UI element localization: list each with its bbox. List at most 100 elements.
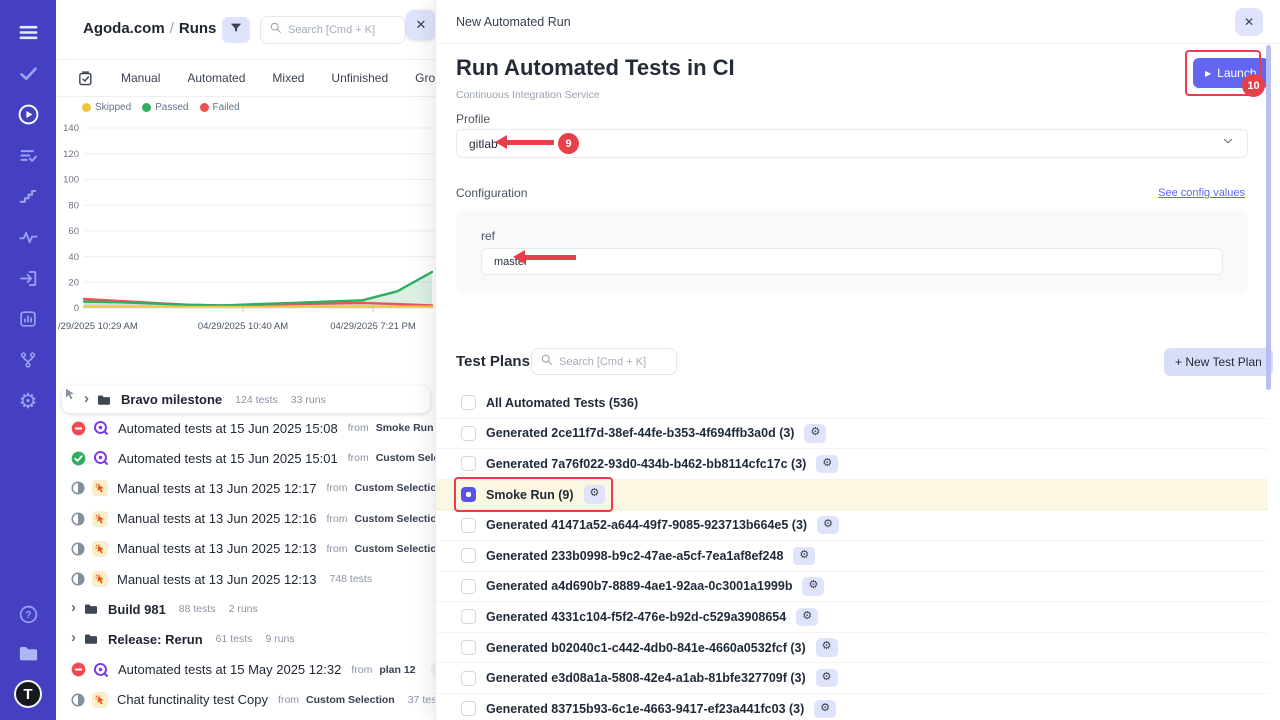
test-plan-row[interactable]: Generated 7a76f022-93d0-434b-b462-bb8114…	[436, 449, 1268, 480]
scrollbar-thumb[interactable]	[1266, 45, 1271, 390]
test-plan-checkbox[interactable]	[461, 426, 476, 441]
test-plans-search-input[interactable]	[559, 356, 668, 368]
test-plan-checkbox[interactable]	[461, 548, 476, 563]
test-plan-checkbox[interactable]	[461, 487, 476, 502]
test-plan-label[interactable]: Smoke Run (9)	[486, 488, 574, 502]
run-title[interactable]: Automated tests at 15 Jun 2025 15:08	[118, 421, 338, 436]
test-plan-row[interactable]: Generated e3d08a1a-5808-42e4-a1ab-81bfe3…	[436, 663, 1268, 694]
run-title[interactable]: Automated tests at 15 May 2025 12:32	[118, 662, 341, 677]
see-config-values-link[interactable]: See config values	[1158, 187, 1245, 199]
test-plan-gear-icon[interactable]: ⚙	[816, 638, 838, 656]
test-plan-gear-icon[interactable]: ⚙	[802, 577, 824, 595]
help-icon[interactable]: ?	[16, 602, 40, 626]
runs-search[interactable]	[260, 16, 406, 44]
run-row[interactable]: Manual tests at 13 Jun 2025 12:16fromCus…	[56, 504, 435, 534]
group-name[interactable]: Release: Rerun	[108, 632, 203, 647]
test-plan-label[interactable]: Generated e3d08a1a-5808-42e4-a1ab-81bfe3…	[486, 671, 806, 685]
test-plans-search[interactable]	[531, 348, 677, 375]
filter-button[interactable]	[222, 17, 250, 43]
test-plan-row[interactable]: Generated a4d690b7-8889-4ae1-92aa-0c3001…	[436, 572, 1268, 603]
test-plan-gear-icon[interactable]: ⚙	[584, 485, 606, 503]
list-check-icon[interactable]	[16, 143, 40, 167]
test-plan-label[interactable]: Generated a4d690b7-8889-4ae1-92aa-0c3001…	[486, 579, 792, 593]
test-plan-row[interactable]: Generated 233b0998-b9c2-47ae-a5cf-7ea1af…	[436, 541, 1268, 572]
test-plan-label[interactable]: Generated 4331c104-f5f2-476e-b92d-c529a3…	[486, 610, 786, 624]
play-circle-icon[interactable]	[16, 102, 40, 126]
menu-icon[interactable]	[16, 20, 40, 44]
run-title[interactable]: Manual tests at 13 Jun 2025 12:13	[117, 572, 316, 587]
ref-input[interactable]	[481, 248, 1223, 275]
test-plan-gear-icon[interactable]: ⚙	[796, 608, 818, 626]
import-icon[interactable]	[16, 266, 40, 290]
test-plan-row[interactable]: Generated 41471a52-a644-49f7-9085-923713…	[436, 510, 1268, 541]
runs-search-input[interactable]	[288, 24, 397, 36]
chevron-right-icon[interactable]: ›	[71, 630, 76, 645]
run-row[interactable]: Manual tests at 13 Jun 2025 12:17fromCus…	[56, 473, 435, 503]
select-runs-icon[interactable]	[77, 70, 94, 87]
test-plan-checkbox[interactable]	[461, 518, 476, 533]
run-title[interactable]: Manual tests at 13 Jun 2025 12:13	[117, 541, 316, 556]
test-plan-row[interactable]: Smoke Run (9) ⚙	[436, 480, 1268, 511]
test-plan-label[interactable]: Generated b02040c1-c442-4db0-841e-4660a0…	[486, 641, 806, 655]
run-title[interactable]: Manual tests at 13 Jun 2025 12:17	[117, 481, 316, 496]
gear-icon[interactable]: ⚙	[16, 389, 40, 413]
test-plan-gear-icon[interactable]: ⚙	[816, 455, 838, 473]
test-plan-checkbox[interactable]	[461, 579, 476, 594]
chevron-right-icon[interactable]: ›	[84, 391, 89, 406]
steps-icon[interactable]	[16, 184, 40, 208]
test-plan-row[interactable]: Generated b02040c1-c442-4db0-841e-4660a0…	[436, 633, 1268, 664]
test-plan-checkbox[interactable]	[461, 456, 476, 471]
tab-manual[interactable]: Manual	[121, 71, 160, 85]
test-plan-gear-icon[interactable]: ⚙	[816, 669, 838, 687]
run-row[interactable]: Automated tests at 15 Jun 2025 15:01from…	[56, 443, 435, 473]
run-row[interactable]: Automated tests at 15 May 2025 12:32from…	[56, 655, 435, 685]
breadcrumb-project[interactable]: Agoda.com	[83, 20, 165, 37]
test-plan-row[interactable]: Generated 83715b93-6c1e-4663-9417-ef23a4…	[436, 694, 1268, 720]
drawer-close-button[interactable]: ✕	[1235, 8, 1263, 36]
test-plan-label[interactable]: Generated 83715b93-6c1e-4663-9417-ef23a4…	[486, 702, 804, 716]
folder-icon[interactable]	[16, 641, 40, 665]
tab-unfinished[interactable]: Unfinished	[331, 71, 388, 85]
test-plan-label[interactable]: Generated 2ce11f7d-38ef-44fe-b353-4f694f…	[486, 426, 794, 440]
group-name[interactable]: Build 981	[108, 602, 166, 617]
test-plan-checkbox[interactable]	[461, 640, 476, 655]
group-name[interactable]: Bravo milestone	[121, 392, 222, 407]
test-plan-label[interactable]: Generated 41471a52-a644-49f7-9085-923713…	[486, 518, 807, 532]
run-row[interactable]: Automated tests at 15 Jun 2025 15:08from…	[56, 413, 435, 443]
test-plan-row[interactable]: All Automated Tests (536)	[436, 388, 1268, 419]
check-icon[interactable]	[16, 61, 40, 85]
tab-mixed[interactable]: Mixed	[272, 71, 304, 85]
git-branch-icon[interactable]	[16, 348, 40, 372]
new-test-plan-button[interactable]: + New Test Plan	[1164, 348, 1273, 376]
run-group-row[interactable]: ›Build 98188 tests2 runs	[56, 594, 435, 624]
run-title[interactable]: Manual tests at 13 Jun 2025 12:16	[117, 511, 316, 526]
test-plan-checkbox[interactable]	[461, 609, 476, 624]
bar-chart-icon[interactable]	[16, 307, 40, 331]
run-title[interactable]: Automated tests at 15 Jun 2025 15:01	[118, 451, 338, 466]
test-plan-row[interactable]: Generated 4331c104-f5f2-476e-b92d-c529a3…	[436, 602, 1268, 633]
test-plan-gear-icon[interactable]: ⚙	[793, 547, 815, 565]
run-group-row[interactable]: ›Release: Rerun61 tests9 runs	[56, 624, 435, 654]
run-title[interactable]: Chat functinality test Copy	[117, 692, 268, 707]
test-plan-label[interactable]: Generated 7a76f022-93d0-434b-b462-bb8114…	[486, 457, 806, 471]
test-plan-gear-icon[interactable]: ⚙	[804, 424, 826, 442]
test-plan-checkbox[interactable]	[461, 701, 476, 716]
tab-groups[interactable]: Groups	[415, 71, 435, 85]
run-row[interactable]: Chat functinality test CopyfromCustom Se…	[56, 685, 435, 715]
test-plan-checkbox[interactable]	[461, 395, 476, 410]
test-plan-label[interactable]: All Automated Tests (536)	[486, 396, 638, 410]
test-plan-row[interactable]: Generated 2ce11f7d-38ef-44fe-b353-4f694f…	[436, 419, 1268, 450]
runs-panel-close-button[interactable]: ✕	[406, 10, 435, 40]
run-row[interactable]: Manual tests at 13 Jun 2025 12:13fromCus…	[56, 534, 435, 564]
tab-automated[interactable]: Automated	[187, 71, 245, 85]
run-row[interactable]: Manual tests at 13 Jun 2025 12:13748 tes…	[56, 564, 435, 594]
breadcrumb[interactable]: Agoda.com/Runs	[83, 20, 216, 37]
avatar[interactable]: T	[14, 680, 42, 708]
activity-icon[interactable]	[16, 225, 40, 249]
chevron-right-icon[interactable]: ›	[71, 600, 76, 615]
test-plan-checkbox[interactable]	[461, 671, 476, 686]
test-plan-label[interactable]: Generated 233b0998-b9c2-47ae-a5cf-7ea1af…	[486, 549, 783, 563]
test-plan-gear-icon[interactable]: ⚙	[814, 700, 836, 718]
test-plan-gear-icon[interactable]: ⚙	[817, 516, 839, 534]
run-group-row[interactable]: ›Bravo milestone124 tests33 runs	[62, 386, 430, 413]
